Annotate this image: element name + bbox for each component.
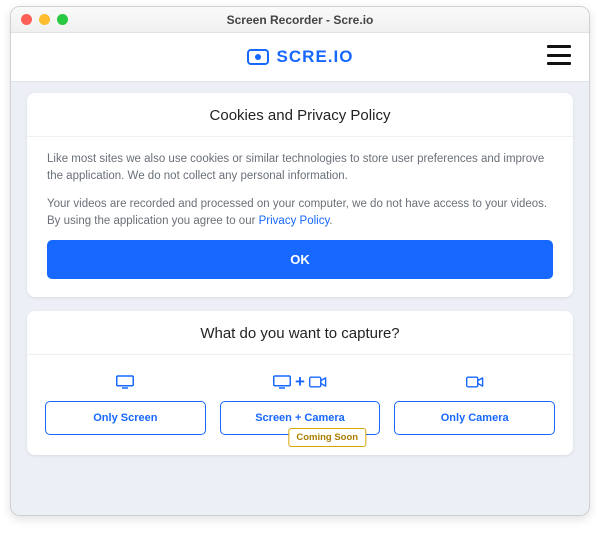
traffic-lights xyxy=(11,14,68,25)
capture-card: What do you want to capture? Only Screen… xyxy=(27,311,573,455)
menu-icon[interactable] xyxy=(547,45,571,65)
option-only-camera: Only Camera xyxy=(394,371,555,435)
app-header: SCRE.IO xyxy=(11,33,589,81)
app-window: Screen Recorder - Scre.io SCRE.IO Cookie… xyxy=(10,6,590,516)
privacy-card: Cookies and Privacy Policy Like most sit… xyxy=(27,93,573,297)
option-screen-camera: + Screen + Camera Coming Soon xyxy=(220,371,381,435)
minimize-icon[interactable] xyxy=(39,14,50,25)
privacy-policy-link[interactable]: Privacy Policy xyxy=(259,215,330,227)
screen-plus-camera-icon: + xyxy=(220,371,381,393)
window-title: Screen Recorder - Scre.io xyxy=(11,13,589,27)
only-screen-button[interactable]: Only Screen xyxy=(45,401,206,435)
privacy-heading: Cookies and Privacy Policy xyxy=(27,93,573,137)
content: Cookies and Privacy Policy Like most sit… xyxy=(11,81,589,515)
app-body: SCRE.IO Cookies and Privacy Policy Like … xyxy=(11,33,589,515)
option-only-screen: Only Screen xyxy=(45,371,206,435)
capture-heading: What do you want to capture? xyxy=(27,311,573,355)
capture-options: Only Screen + Screen + Camera Coming Soo… xyxy=(27,355,573,455)
screen-icon xyxy=(45,371,206,393)
zoom-icon[interactable] xyxy=(57,14,68,25)
privacy-body: Like most sites we also use cookies or s… xyxy=(27,137,573,297)
close-icon[interactable] xyxy=(21,14,32,25)
brand: SCRE.IO xyxy=(247,47,354,67)
privacy-p1: Like most sites we also use cookies or s… xyxy=(47,151,553,186)
titlebar: Screen Recorder - Scre.io xyxy=(11,7,589,33)
only-camera-button[interactable]: Only Camera xyxy=(394,401,555,435)
plus-icon: + xyxy=(295,372,305,392)
coming-soon-badge: Coming Soon xyxy=(288,428,366,447)
camera-icon xyxy=(394,371,555,393)
ok-button[interactable]: OK xyxy=(47,240,553,279)
privacy-p2: Your videos are recorded and processed o… xyxy=(47,196,553,231)
brand-logo-icon xyxy=(247,49,269,65)
brand-name: SCRE.IO xyxy=(277,47,354,67)
privacy-p2b: . xyxy=(329,215,332,227)
